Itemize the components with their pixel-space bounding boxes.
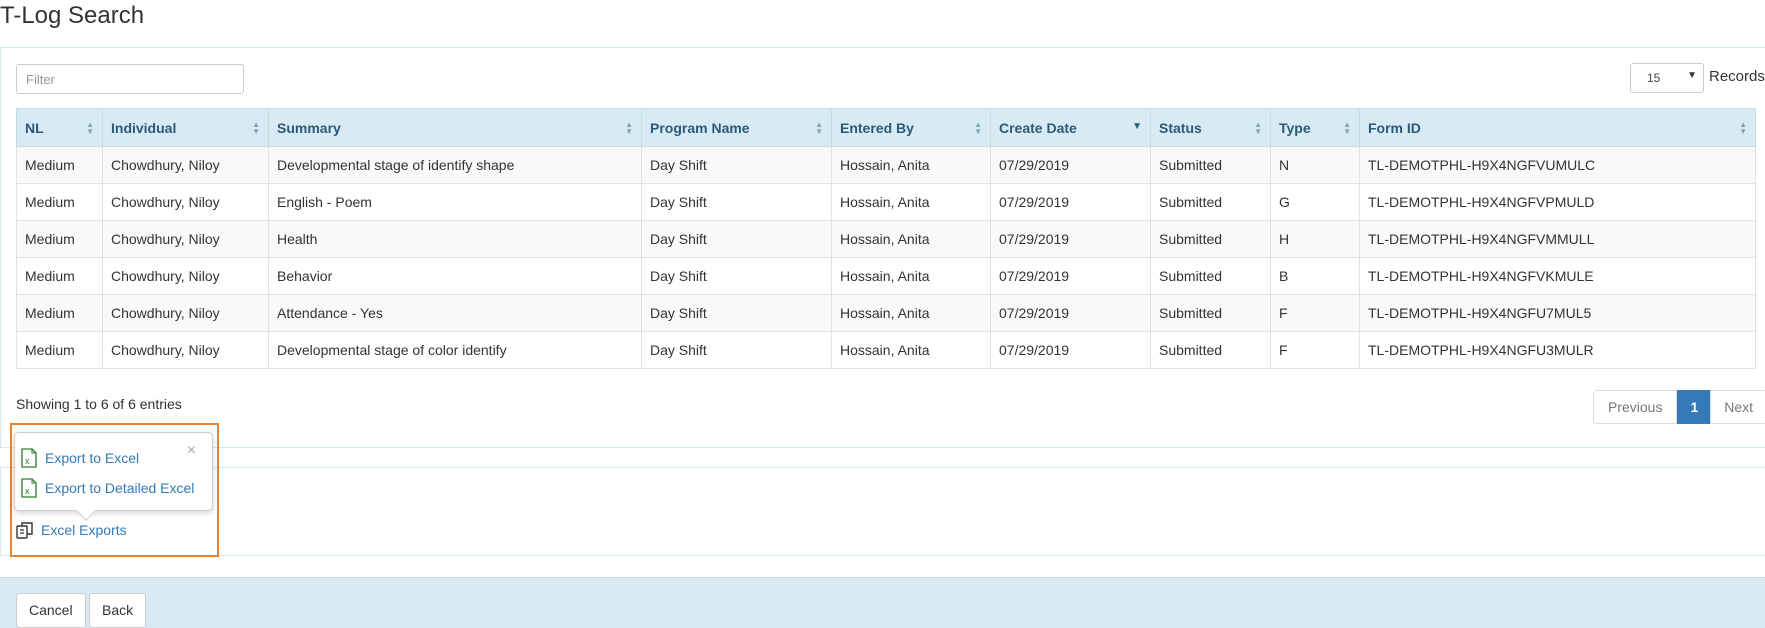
sort-icon: ▲ ▼ [815,120,823,136]
pagination: Previous 1 Next [1593,390,1765,424]
previous-page-button[interactable]: Previous [1593,390,1678,424]
cell-summary: English - Poem [268,183,642,221]
cell-entered-by: Hossain, Anita [831,220,991,258]
cell-individual: Chowdhury, Niloy [102,331,269,369]
cell-nl: Medium [16,183,103,221]
column-header-type[interactable]: Type ▲ ▼ [1270,108,1360,147]
cell-type: F [1270,294,1360,332]
cell-program-name: Day Shift [641,257,832,295]
table-header-row: NL ▲ ▼ Individual ▲ ▼ Summary ▲ ▼ Program Name… [16,108,1756,147]
cell-nl: Medium [16,220,103,258]
table-row[interactable]: Medium Chowdhury, Niloy Health Day Shift… [16,220,1756,258]
cell-summary: Attendance - Yes [268,294,642,332]
sort-icon: ▲ ▼ [1739,120,1747,136]
cell-summary: Behavior [268,257,642,295]
cell-status: Submitted [1150,220,1271,258]
page-title: T-Log Search [0,2,145,29]
cell-type: F [1270,331,1360,369]
cell-nl: Medium [16,294,103,332]
cell-individual: Chowdhury, Niloy [102,294,269,332]
column-header-summary[interactable]: Summary ▲ ▼ [268,108,642,147]
cell-program-name: Day Shift [641,146,832,184]
cell-form-id: TL-DEMOTPHL-H9X4NGFVKMULE [1359,257,1756,295]
cell-individual: Chowdhury, Niloy [102,146,269,184]
cell-type: H [1270,220,1360,258]
cell-create-date: 07/29/2019 [990,257,1151,295]
column-header-program-name[interactable]: Program Name ▲ ▼ [641,108,832,147]
footer-bar [0,577,1765,628]
cell-create-date: 07/29/2019 [990,331,1151,369]
next-page-button[interactable]: Next [1710,390,1765,424]
sort-icon: ▲ ▼ [1254,120,1262,136]
column-header-form-id[interactable]: Form ID ▲ ▼ [1359,108,1756,147]
cell-individual: Chowdhury, Niloy [102,183,269,221]
cell-program-name: Day Shift [641,183,832,221]
cell-entered-by: Hossain, Anita [831,146,991,184]
cell-individual: Chowdhury, Niloy [102,220,269,258]
page-1-button[interactable]: 1 [1677,390,1712,424]
cell-summary: Health [268,220,642,258]
column-header-entered-by[interactable]: Entered By ▲ ▼ [831,108,991,147]
cell-status: Submitted [1150,294,1271,332]
cancel-button[interactable]: Cancel [16,593,86,628]
column-header-nl[interactable]: NL ▲ ▼ [16,108,103,147]
column-header-create-date[interactable]: Create Date ▼ [990,108,1151,147]
cell-form-id: TL-DEMOTPHL-H9X4NGFVUMULC [1359,146,1756,184]
cell-create-date: 07/29/2019 [990,294,1151,332]
cell-entered-by: Hossain, Anita [831,294,991,332]
table-row[interactable]: Medium Chowdhury, Niloy English - Poem D… [16,183,1756,221]
cell-type: N [1270,146,1360,184]
page-size-value: 15 [1647,71,1661,85]
table-row[interactable]: Medium Chowdhury, Niloy Behavior Day Shi… [16,257,1756,295]
cell-status: Submitted [1150,257,1271,295]
cell-status: Submitted [1150,183,1271,221]
filter-input[interactable] [16,64,244,94]
cell-entered-by: Hossain, Anita [831,331,991,369]
sort-icon: ▲ ▼ [1343,120,1351,136]
cell-program-name: Day Shift [641,294,832,332]
cell-program-name: Day Shift [641,220,832,258]
cell-individual: Chowdhury, Niloy [102,257,269,295]
cell-nl: Medium [16,146,103,184]
cell-type: G [1270,183,1360,221]
column-header-individual[interactable]: Individual ▲ ▼ [102,108,269,147]
cell-form-id: TL-DEMOTPHL-H9X4NGFVPMULD [1359,183,1756,221]
sort-icon: ▲ ▼ [86,120,94,136]
cell-create-date: 07/29/2019 [990,220,1151,258]
cell-summary: Developmental stage of identify shape [268,146,642,184]
table-row[interactable]: Medium Chowdhury, Niloy Developmental st… [16,146,1756,184]
cell-status: Submitted [1150,331,1271,369]
exports-panel [0,467,1765,556]
sort-icon: ▲ ▼ [974,120,982,136]
cell-nl: Medium [16,257,103,295]
records-label: Records [1709,68,1765,85]
cell-create-date: 07/29/2019 [990,183,1151,221]
chevron-down-icon: ▼ [1687,70,1697,81]
cell-entered-by: Hossain, Anita [831,257,991,295]
divider [0,447,1765,448]
cell-form-id: TL-DEMOTPHL-H9X4NGFU3MULR [1359,331,1756,369]
cell-form-id: TL-DEMOTPHL-H9X4NGFU7MUL5 [1359,294,1756,332]
highlight-box [10,423,219,557]
cell-create-date: 07/29/2019 [990,146,1151,184]
results-table: NL ▲ ▼ Individual ▲ ▼ Summary ▲ ▼ Program Name… [16,108,1756,369]
cell-entered-by: Hossain, Anita [831,183,991,221]
sort-icon: ▲ ▼ [252,120,260,136]
sort-icon: ▲ ▼ [625,120,633,136]
back-button[interactable]: Back [89,593,147,628]
page-size-select[interactable]: 15 ▼ [1630,63,1704,93]
cell-form-id: TL-DEMOTPHL-H9X4NGFVMMULL [1359,220,1756,258]
table-row[interactable]: Medium Chowdhury, Niloy Developmental st… [16,331,1756,369]
entries-info: Showing 1 to 6 of 6 entries [16,396,182,412]
table-row[interactable]: Medium Chowdhury, Niloy Attendance - Yes… [16,294,1756,332]
cell-status: Submitted [1150,146,1271,184]
cell-type: B [1270,257,1360,295]
cell-summary: Developmental stage of color identify [268,331,642,369]
cell-nl: Medium [16,331,103,369]
sort-desc-icon: ▼ [1132,121,1142,132]
cell-program-name: Day Shift [641,331,832,369]
column-header-status[interactable]: Status ▲ ▼ [1150,108,1271,147]
